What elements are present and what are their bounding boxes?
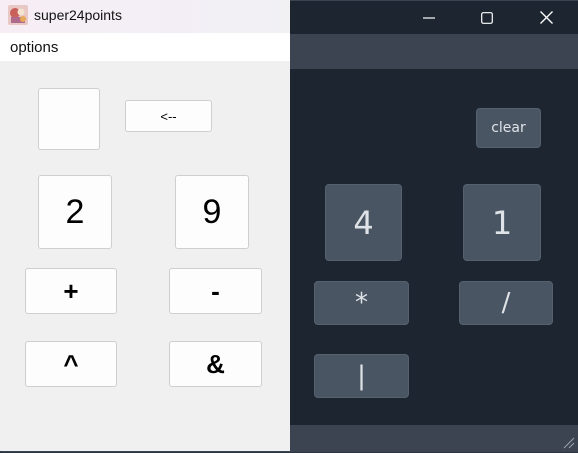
number-card-button[interactable]: 2 (38, 175, 112, 249)
resize-grip-icon[interactable] (561, 434, 575, 449)
window-title: super24points (34, 7, 122, 23)
app-icon (8, 5, 28, 25)
power-button[interactable]: ^ (25, 341, 117, 387)
options-menu[interactable]: options (10, 39, 58, 56)
clear-button[interactable]: clear (476, 108, 541, 148)
multiply-button[interactable]: * (314, 281, 409, 325)
selected-card-slot[interactable] (38, 88, 100, 150)
divide-button[interactable]: / (459, 281, 553, 325)
menu-bar: options (0, 33, 290, 61)
or-button[interactable]: | (314, 354, 409, 398)
close-button[interactable] (523, 1, 569, 34)
maximize-icon (481, 11, 493, 24)
minimize-button[interactable] (406, 1, 452, 34)
plus-button[interactable]: + (25, 268, 117, 314)
close-icon (539, 11, 553, 24)
maximize-button[interactable] (464, 1, 510, 34)
number-card-button[interactable]: 9 (175, 175, 249, 249)
number-card-button[interactable]: 4 (325, 184, 402, 261)
and-button[interactable]: & (169, 341, 262, 387)
minus-button[interactable]: - (169, 268, 262, 314)
backspace-button[interactable]: <-- (125, 100, 212, 132)
app-titlebar[interactable]: super24points (0, 0, 290, 33)
app-window: super24points options <-- 2 9 + - ^ & (0, 0, 290, 451)
number-card-button[interactable]: 1 (463, 184, 541, 261)
minimize-icon (423, 12, 435, 24)
